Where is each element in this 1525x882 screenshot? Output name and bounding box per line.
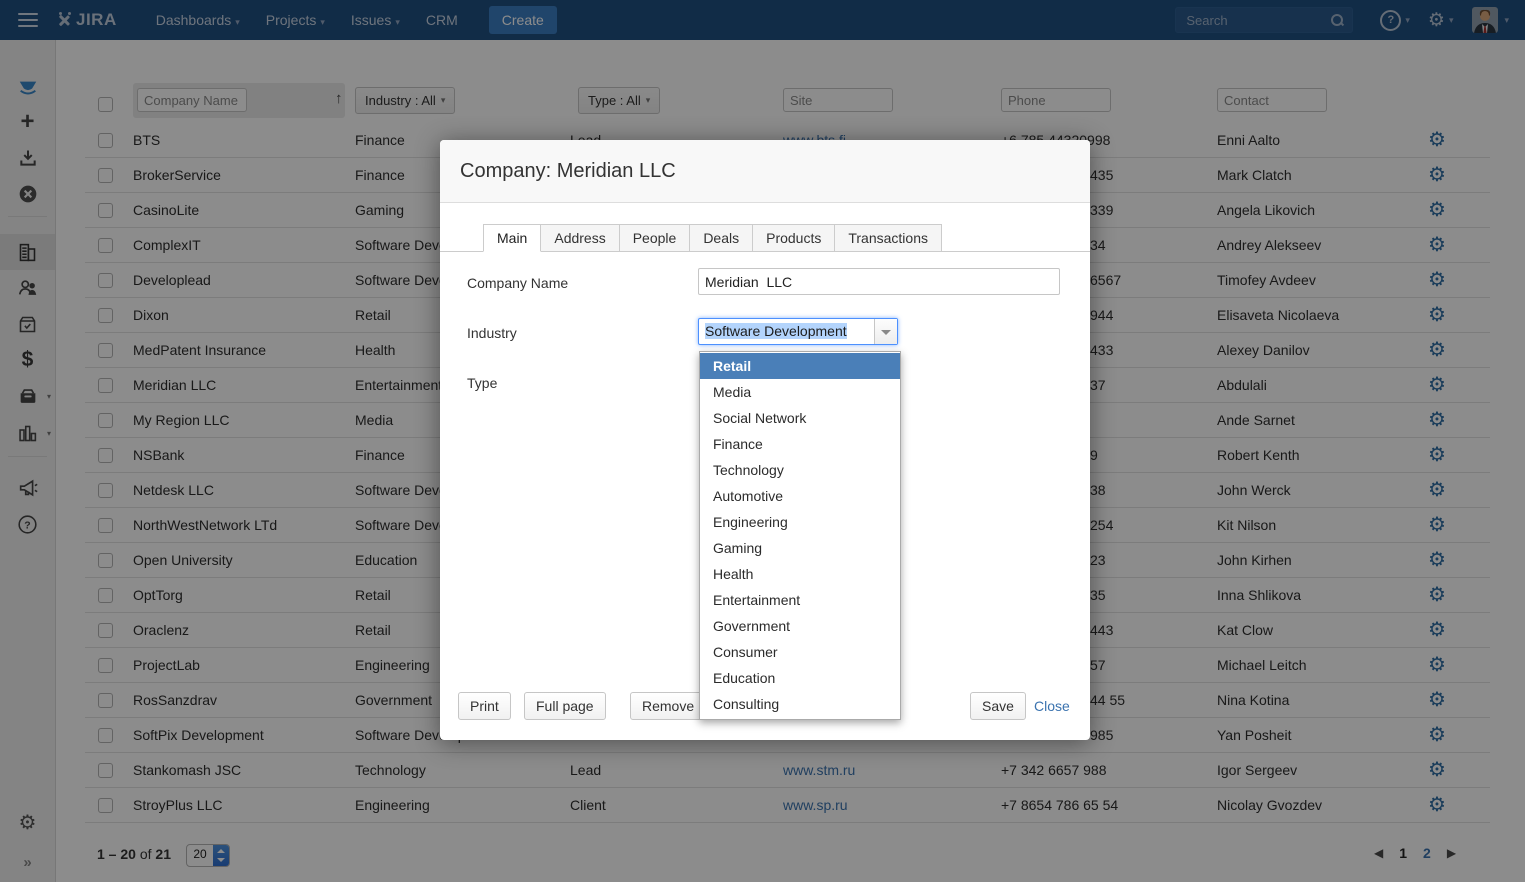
industry-option[interactable]: Education	[700, 665, 900, 691]
combobox-dropdown-icon[interactable]	[874, 319, 897, 344]
industry-option[interactable]: Technology	[700, 457, 900, 483]
industry-option[interactable]: Automotive	[700, 483, 900, 509]
industry-option[interactable]: Finance	[700, 431, 900, 457]
industry-label: Industry	[467, 325, 517, 341]
print-button[interactable]: Print	[458, 692, 511, 720]
industry-dropdown-list: Retail Media Social Network Finance Tech…	[699, 351, 901, 720]
industry-option[interactable]: Entertainment	[700, 587, 900, 613]
industry-option[interactable]: Engineering	[700, 509, 900, 535]
company-name-label: Company Name	[467, 275, 568, 291]
dialog-tabs: Main Address People Deals Products Trans…	[440, 224, 1090, 252]
tab-people[interactable]: People	[620, 224, 691, 252]
remove-button[interactable]: Remove	[630, 692, 706, 720]
tab-address[interactable]: Address	[541, 224, 619, 252]
industry-option[interactable]: Consulting	[700, 691, 900, 717]
industry-combobox[interactable]: Software Development	[698, 318, 898, 345]
industry-option[interactable]: Gaming	[700, 535, 900, 561]
industry-option[interactable]: Government	[700, 613, 900, 639]
dialog-header: Company: Meridian LLC	[440, 140, 1090, 203]
company-dialog: Company: Meridian LLC Main Address Peopl…	[440, 140, 1090, 740]
close-link[interactable]: Close	[1034, 698, 1070, 714]
tab-transactions[interactable]: Transactions	[835, 224, 942, 252]
industry-option[interactable]: Consumer	[700, 639, 900, 665]
tab-main[interactable]: Main	[483, 224, 541, 252]
company-name-input[interactable]	[698, 268, 1060, 295]
dialog-title: Company: Meridian LLC	[460, 160, 676, 183]
industry-option[interactable]: Retail	[700, 353, 900, 379]
type-label: Type	[467, 375, 497, 391]
industry-option[interactable]: Social Network	[700, 405, 900, 431]
industry-option[interactable]: Health	[700, 561, 900, 587]
tab-deals[interactable]: Deals	[690, 224, 753, 252]
industry-option[interactable]: Media	[700, 379, 900, 405]
industry-combobox-value: Software Development	[699, 319, 874, 344]
tab-products[interactable]: Products	[753, 224, 835, 252]
full-page-button[interactable]: Full page	[524, 692, 606, 720]
save-button[interactable]: Save	[970, 692, 1026, 720]
